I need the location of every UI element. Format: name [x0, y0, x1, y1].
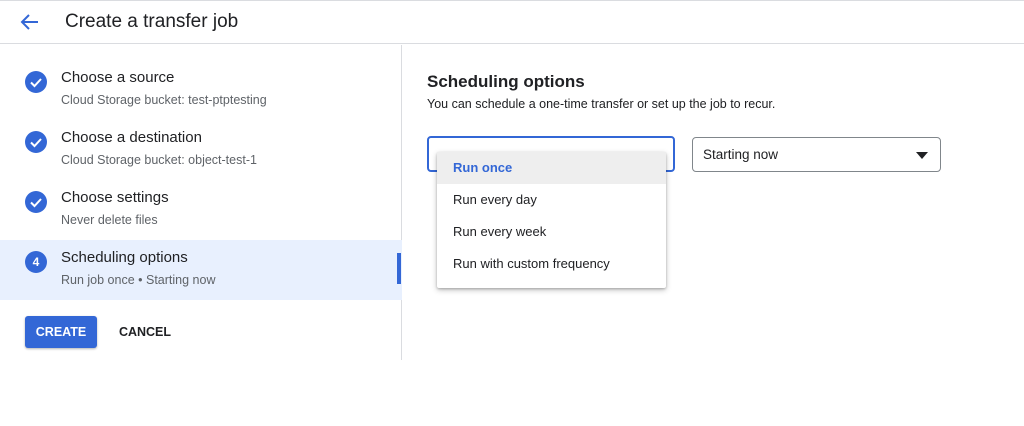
step-subtitle: Cloud Storage bucket: object-test-1 [61, 153, 257, 167]
section-description: You can schedule a one-time transfer or … [427, 97, 776, 111]
step-title: Choose a destination [61, 129, 202, 146]
step-choose-settings[interactable]: Choose settings Never delete files [0, 180, 402, 240]
check-circle-icon [25, 71, 47, 93]
option-run-once[interactable]: Run once [437, 152, 666, 184]
step-title: Choose a source [61, 69, 175, 86]
option-run-custom-frequency[interactable]: Run with custom frequency [437, 248, 666, 280]
active-step-indicator [397, 253, 401, 284]
stepper-panel: Choose a source Cloud Storage bucket: te… [0, 45, 402, 360]
step-title: Choose settings [61, 189, 169, 206]
step-scheduling-options[interactable]: 4 Scheduling options Run job once • Star… [0, 240, 402, 300]
step-choose-source[interactable]: Choose a source Cloud Storage bucket: te… [0, 60, 402, 120]
dropdown-arrow-icon [916, 152, 928, 159]
step-subtitle: Run job once • Starting now [61, 273, 216, 287]
step-subtitle: Never delete files [61, 213, 158, 227]
top-bar: Create a transfer job [0, 0, 1024, 44]
page-title: Create a transfer job [65, 11, 239, 32]
option-run-every-week[interactable]: Run every week [437, 216, 666, 248]
arrow-back-icon [20, 14, 38, 30]
start-time-select[interactable]: Starting now [692, 137, 941, 172]
step-subtitle: Cloud Storage bucket: test-ptptesting [61, 93, 267, 107]
check-circle-icon [25, 131, 47, 153]
section-title: Scheduling options [427, 72, 585, 91]
step-number-badge: 4 [25, 251, 47, 273]
check-circle-icon [25, 191, 47, 213]
start-time-value: Starting now [703, 147, 779, 162]
create-button[interactable]: CREATE [25, 316, 97, 348]
back-button[interactable] [16, 9, 44, 35]
step-title: Scheduling options [61, 249, 188, 266]
cancel-button[interactable]: CANCEL [109, 316, 181, 348]
frequency-dropdown-menu: Run once Run every day Run every week Ru… [437, 152, 666, 288]
step-choose-destination[interactable]: Choose a destination Cloud Storage bucke… [0, 120, 402, 180]
option-run-every-day[interactable]: Run every day [437, 184, 666, 216]
